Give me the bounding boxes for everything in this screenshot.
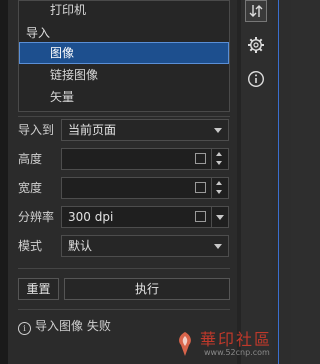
separator [18,309,230,310]
list-group-import: 导入 [26,26,51,40]
mode-value: 默认 [68,239,93,253]
watermark-logo-icon [179,332,191,356]
import-export-icon[interactable] [245,0,267,22]
height-input[interactable] [61,148,229,170]
tool-strip [241,0,272,364]
watermark-text: 華印社區 [200,330,273,349]
height-stepper[interactable] [211,149,228,169]
separator [18,116,230,117]
import-to-label: 导入到 [18,123,55,137]
height-lock-checkbox[interactable] [195,153,206,164]
stepper-up-icon[interactable] [216,152,222,156]
import-to-select[interactable]: 当前页面 [61,119,229,141]
import-type-list[interactable]: 打印机 导入 图像 链接图像 矢量 [18,0,230,112]
list-item-linked-image[interactable]: 链接图像 [20,65,228,85]
watermark: 華印社區 www.52cnp.com [168,326,291,364]
resolution-checkbox[interactable] [195,211,206,222]
separator [18,268,230,269]
list-item-image[interactable]: 图像 [19,42,229,64]
import-to-value: 当前页面 [68,123,117,137]
width-lock-checkbox[interactable] [195,182,206,193]
watermark-url: www.52cnp.com [204,348,270,357]
width-stepper[interactable] [211,178,228,198]
mode-select[interactable]: 默认 [61,235,229,257]
stepper-down-icon[interactable] [216,190,222,194]
execute-button[interactable]: 执行 [64,278,230,300]
scroll-track [278,0,279,364]
resolution-value: 300 dpi [68,210,114,224]
list-item-vector[interactable]: 矢量 [20,87,228,107]
list-item-printer[interactable]: 打印机 [20,0,228,20]
scrollbar[interactable] [272,0,291,364]
status-message: i 导入图像 失败 [18,318,111,335]
left-edge [0,0,8,364]
gear-icon[interactable] [245,34,267,56]
chevron-down-icon [214,128,222,133]
width-input[interactable] [61,177,229,199]
resolution-dropdown[interactable] [211,207,228,227]
stepper-up-icon[interactable] [216,181,222,185]
reset-button[interactable]: 重置 [18,278,59,300]
status-text: 导入图像 失败 [35,319,111,333]
mode-label: 模式 [18,239,43,253]
chevron-down-icon [214,244,222,249]
chevron-down-icon [216,215,224,220]
width-label: 宽度 [18,181,43,195]
stepper-down-icon[interactable] [216,161,222,165]
info-icon[interactable] [245,68,267,90]
height-label: 高度 [18,152,43,166]
resolution-input[interactable]: 300 dpi [61,206,229,228]
resolution-label: 分辨率 [18,210,55,224]
info-icon: i [18,322,31,335]
